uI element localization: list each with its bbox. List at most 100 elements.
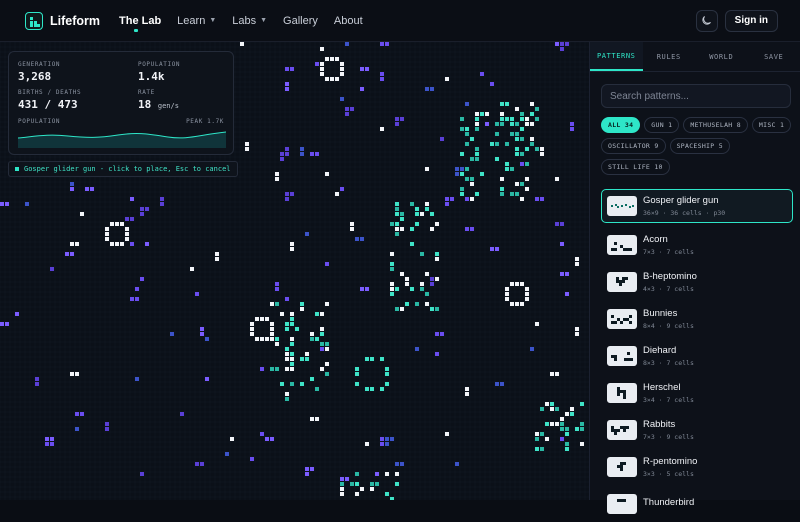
cell: [560, 222, 564, 226]
simulation-canvas[interactable]: GENERATION 3,268 POPULATION 1.4k BIRTHS …: [0, 42, 589, 500]
cell: [400, 272, 404, 276]
cell: [500, 102, 504, 106]
cell: [515, 132, 519, 136]
cell: [555, 372, 559, 376]
pattern-item[interactable]: Acorn7×3 · 7 cells: [601, 226, 793, 263]
cell: [290, 352, 294, 356]
pattern-item[interactable]: Diehard8×3 · 7 cells: [601, 337, 793, 374]
cell: [125, 227, 129, 231]
tab-rules[interactable]: RULES: [643, 42, 696, 71]
pattern-meta: 36×9 · 36 cells · p30: [643, 209, 725, 217]
cell: [285, 357, 289, 361]
cell: [105, 237, 109, 241]
cell: [200, 462, 204, 466]
cell: [325, 172, 329, 176]
pattern-item[interactable]: Rabbits7×3 · 9 cells: [601, 411, 793, 448]
chip-gun[interactable]: GUN 1: [644, 117, 679, 133]
cell: [285, 397, 289, 401]
tab-save[interactable]: SAVE: [748, 42, 800, 71]
chip-oscillator[interactable]: OSCILLATOR 9: [601, 138, 666, 154]
cell: [50, 442, 54, 446]
cell: [525, 187, 529, 191]
cell: [495, 132, 499, 136]
cell: [460, 167, 464, 171]
nav-learn[interactable]: Learn▼: [177, 0, 216, 42]
cell: [420, 287, 424, 291]
cell: [160, 197, 164, 201]
tab-world[interactable]: WORLD: [695, 42, 748, 71]
chevron-down-icon: ▼: [209, 17, 216, 24]
chip-still-life[interactable]: STILL LIFE 10: [601, 159, 670, 175]
cell: [505, 162, 509, 166]
chip-spaceship[interactable]: SPACESHIP 5: [670, 138, 730, 154]
cell: [350, 482, 354, 486]
cell: [345, 107, 349, 111]
cell: [515, 107, 519, 111]
cell: [425, 167, 429, 171]
cell: [525, 297, 529, 301]
pattern-item[interactable]: B-heptomino4×3 · 7 cells: [601, 263, 793, 300]
logo[interactable]: Lifeform: [25, 12, 100, 30]
cell: [245, 147, 249, 151]
cell: [385, 472, 389, 476]
cell: [270, 367, 274, 371]
cell: [480, 112, 484, 116]
chip-all[interactable]: ALL 34: [601, 117, 640, 133]
population-sparkline: [18, 126, 226, 148]
cell: [470, 157, 474, 161]
pattern-item[interactable]: Thunderbird: [601, 485, 793, 522]
cell: [135, 287, 139, 291]
pattern-item[interactable]: Herschel3×4 · 7 cells: [601, 374, 793, 411]
tab-patterns[interactable]: PATTERNS: [590, 42, 643, 71]
cell: [330, 57, 334, 61]
cell: [480, 172, 484, 176]
cell: [395, 117, 399, 121]
pattern-search-input[interactable]: Search patterns...: [601, 84, 791, 108]
cell: [415, 222, 419, 226]
cell: [325, 302, 329, 306]
pattern-item[interactable]: Bunnies8×4 · 9 cells: [601, 300, 793, 337]
cell: [560, 42, 564, 46]
cell: [540, 152, 544, 156]
sign-in-button[interactable]: Sign in: [725, 10, 778, 32]
cell: [125, 232, 129, 236]
cell: [365, 287, 369, 291]
cell: [520, 197, 524, 201]
theme-toggle-button[interactable]: [696, 10, 718, 32]
cell: [290, 382, 294, 386]
pattern-item[interactable]: Gosper glider gun36×9 · 36 cells · p30: [601, 189, 793, 223]
cell: [380, 42, 384, 46]
cell: [530, 347, 534, 351]
nav-the-lab[interactable]: The Lab: [119, 0, 161, 42]
cell: [390, 262, 394, 266]
cell: [70, 252, 74, 256]
cell: [510, 192, 514, 196]
cell: [550, 372, 554, 376]
cell: [120, 242, 124, 246]
cell: [525, 177, 529, 181]
cell: [375, 482, 379, 486]
chip-misc[interactable]: MISC 1: [752, 117, 791, 133]
cell: [195, 292, 199, 296]
cell: [380, 437, 384, 441]
cell: [50, 267, 54, 271]
pattern-item[interactable]: R-pentomino3×3 · 5 cells: [601, 448, 793, 485]
cell: [300, 357, 304, 361]
cell: [70, 242, 74, 246]
cell: [520, 182, 524, 186]
cell: [520, 137, 524, 141]
chip-methuselah[interactable]: METHUSELAH 8: [683, 117, 748, 133]
cell: [105, 427, 109, 431]
cell: [370, 487, 374, 491]
pattern-thumbnail-icon: [607, 494, 637, 514]
cell: [295, 327, 299, 331]
cell: [0, 202, 4, 206]
cell: [275, 302, 279, 306]
top-navigation-bar: Lifeform The Lab Learn▼ Labs▼ Gallery Ab…: [0, 0, 800, 42]
cell: [285, 297, 289, 301]
cell: [285, 87, 289, 91]
cell: [535, 117, 539, 121]
nav-labs[interactable]: Labs▼: [232, 0, 267, 42]
nav-about[interactable]: About: [334, 0, 363, 42]
nav-gallery[interactable]: Gallery: [283, 0, 318, 42]
